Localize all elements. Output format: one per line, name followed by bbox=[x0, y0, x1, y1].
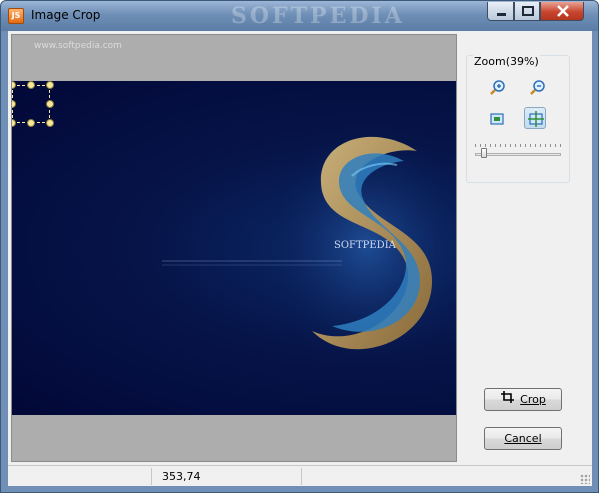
crop-handle-bottom-right[interactable] bbox=[46, 119, 54, 127]
close-icon bbox=[541, 3, 583, 23]
actual-size-button[interactable] bbox=[486, 108, 508, 130]
resize-grip[interactable] bbox=[580, 474, 590, 484]
zoom-slider-ticks bbox=[475, 144, 561, 147]
crop-handle-top[interactable] bbox=[27, 81, 35, 89]
status-pane-left bbox=[8, 468, 152, 485]
crop-button-label: Crop bbox=[520, 393, 546, 406]
crop-handle-bottom[interactable] bbox=[27, 119, 35, 127]
zoom-out-button[interactable] bbox=[526, 77, 548, 99]
zoom-out-icon bbox=[530, 80, 545, 95]
crop-handle-right[interactable] bbox=[46, 100, 54, 108]
status-bar: 353,74 bbox=[8, 465, 592, 486]
actual-size-icon bbox=[490, 113, 504, 125]
image-watermark: SOFTPEDIA bbox=[334, 240, 397, 251]
zoom-group: Zoom(39%) bbox=[466, 55, 570, 183]
image-canvas[interactable]: www.softpedia.com SOFTPEDIA bbox=[11, 34, 457, 462]
crop-icon bbox=[500, 390, 516, 411]
cursor-coordinates: 353,74 bbox=[152, 468, 302, 485]
cancel-button[interactable]: Cancel bbox=[484, 427, 562, 450]
crop-button[interactable]: Crop bbox=[484, 388, 562, 411]
cancel-button-label: Cancel bbox=[504, 432, 542, 445]
crop-selection[interactable] bbox=[12, 85, 50, 123]
zoom-in-icon bbox=[490, 80, 505, 95]
image-preview[interactable]: SOFTPEDIA bbox=[12, 81, 456, 415]
minimize-icon bbox=[488, 3, 513, 23]
fit-to-window-icon bbox=[528, 111, 544, 127]
maximize-button[interactable] bbox=[514, 2, 540, 21]
crop-handle-top-right[interactable] bbox=[46, 81, 54, 89]
zoom-slider-track[interactable] bbox=[475, 153, 561, 156]
image-crop-window: JS Image Crop SOFTPEDIA www.softpedia.co… bbox=[0, 0, 599, 493]
minimize-button[interactable] bbox=[487, 2, 514, 21]
zoom-label: Zoom(39%) bbox=[473, 55, 540, 68]
window-title: Image Crop bbox=[31, 8, 101, 22]
fit-to-window-button[interactable] bbox=[524, 107, 546, 129]
zoom-slider-thumb[interactable] bbox=[481, 148, 487, 158]
island-photo: SOFTPEDIA bbox=[162, 116, 456, 376]
zoom-in-button[interactable] bbox=[486, 77, 508, 99]
app-icon: JS bbox=[8, 8, 24, 24]
titlebar-watermark: SOFTPEDIA bbox=[231, 3, 405, 29]
canvas-watermark: www.softpedia.com bbox=[34, 41, 122, 51]
client-area: www.softpedia.com SOFTPEDIA Zoom(39%) Cr… bbox=[8, 31, 592, 486]
close-button[interactable] bbox=[540, 2, 584, 21]
maximize-icon bbox=[515, 3, 539, 23]
title-bar[interactable]: JS Image Crop SOFTPEDIA bbox=[1, 1, 598, 31]
